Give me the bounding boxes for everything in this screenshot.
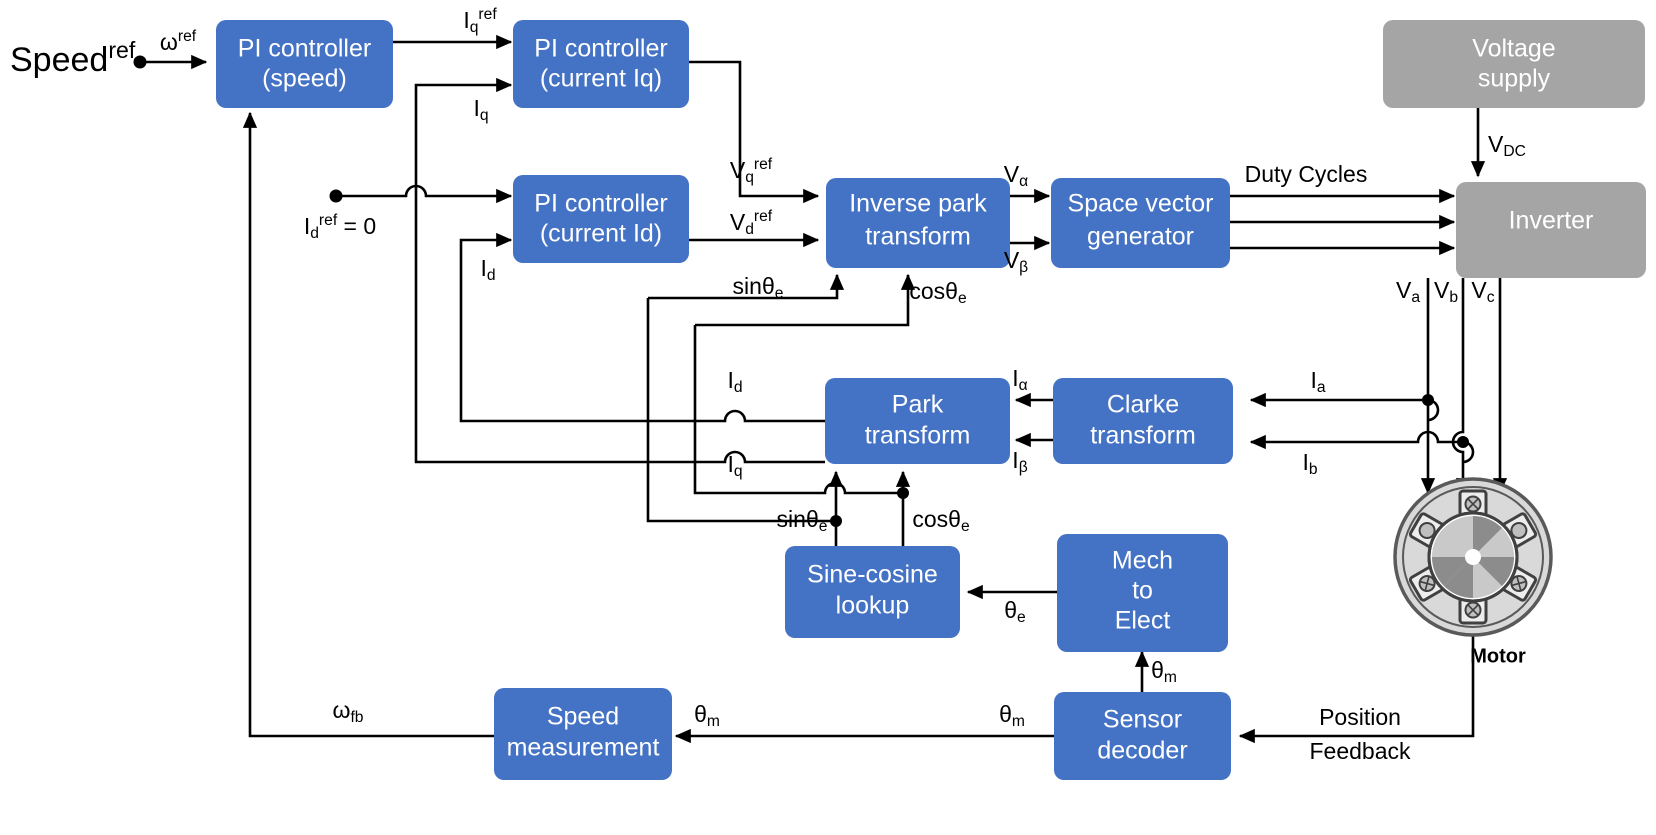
- block-pi-current-iq-label-2: (current Iq): [540, 65, 662, 93]
- block-pi-speed-label-2: (speed): [262, 65, 347, 93]
- block-sincos-label-1: Sine-cosine: [807, 561, 938, 589]
- block-inverter[interactable]: Inverter: [1456, 182, 1646, 278]
- block-sincos-label-2: lookup: [836, 592, 910, 620]
- block-voltage-supply-label-2: supply: [1478, 65, 1551, 93]
- block-pi-current-id-label-2: (current Id): [540, 220, 662, 248]
- block-sine-cosine-lookup[interactable]: Sine-cosine lookup: [785, 546, 960, 638]
- block-mech-to-elect-label-2: to: [1132, 577, 1153, 605]
- block-voltage-supply-label-1: Voltage: [1472, 35, 1555, 63]
- block-pi-current-id[interactable]: PI controller (current Id): [513, 175, 689, 263]
- block-mech-to-elect-label-1: Mech: [1112, 547, 1173, 575]
- block-speed-measurement-label-2: measurement: [507, 734, 660, 762]
- block-pi-current-iq[interactable]: PI controller (current Iq): [513, 20, 689, 108]
- block-mech-to-elect[interactable]: Mech to Elect: [1057, 534, 1228, 652]
- block-park-label-1: Park: [892, 391, 944, 419]
- label-motor-caption: Motor: [1470, 645, 1526, 667]
- block-sensor-decoder-label-1: Sensor: [1103, 706, 1182, 734]
- block-clarke-label-1: Clarke: [1107, 391, 1179, 419]
- block-sensor-decoder-label-2: decoder: [1097, 737, 1187, 765]
- block-clarke-transform[interactable]: Clarke transform: [1053, 378, 1233, 464]
- label-position-feedback-2: Feedback: [1309, 738, 1411, 764]
- block-inverse-park-transform[interactable]: Inverse park transform: [826, 178, 1010, 268]
- block-inverse-park-label-2: transform: [865, 223, 971, 251]
- block-pi-current-id-label-1: PI controller: [534, 190, 667, 218]
- block-space-vector-label-1: Space vector: [1068, 190, 1214, 218]
- motor-graphic: [1393, 477, 1553, 637]
- diagram-canvas: PI controller (speed) PI controller (cur…: [0, 0, 1656, 835]
- block-inverse-park-label-1: Inverse park: [849, 190, 987, 218]
- label-position-feedback-1: Position: [1319, 704, 1401, 730]
- block-pi-speed[interactable]: PI controller (speed): [216, 20, 393, 108]
- block-park-label-2: transform: [865, 422, 971, 450]
- label-duty-cycles: Duty Cycles: [1245, 161, 1368, 187]
- block-clarke-label-2: transform: [1090, 422, 1196, 450]
- block-mech-to-elect-label-3: Elect: [1115, 607, 1171, 635]
- block-sensor-decoder[interactable]: Sensor decoder: [1054, 692, 1231, 780]
- block-park-transform[interactable]: Park transform: [825, 378, 1010, 464]
- block-speed-measurement[interactable]: Speed measurement: [494, 688, 672, 780]
- foc-block-diagram: PI controller (speed) PI controller (cur…: [0, 0, 1656, 835]
- motor-shaft: [1465, 549, 1481, 565]
- block-pi-current-iq-label-1: PI controller: [534, 35, 667, 63]
- block-pi-speed-label-1: PI controller: [238, 35, 371, 63]
- block-inverter-label-1: Inverter: [1509, 207, 1594, 235]
- block-speed-measurement-label-1: Speed: [547, 703, 619, 731]
- block-voltage-supply[interactable]: Voltage supply: [1383, 20, 1645, 108]
- block-space-vector-label-2: generator: [1087, 223, 1194, 251]
- block-space-vector-generator[interactable]: Space vector generator: [1051, 178, 1230, 268]
